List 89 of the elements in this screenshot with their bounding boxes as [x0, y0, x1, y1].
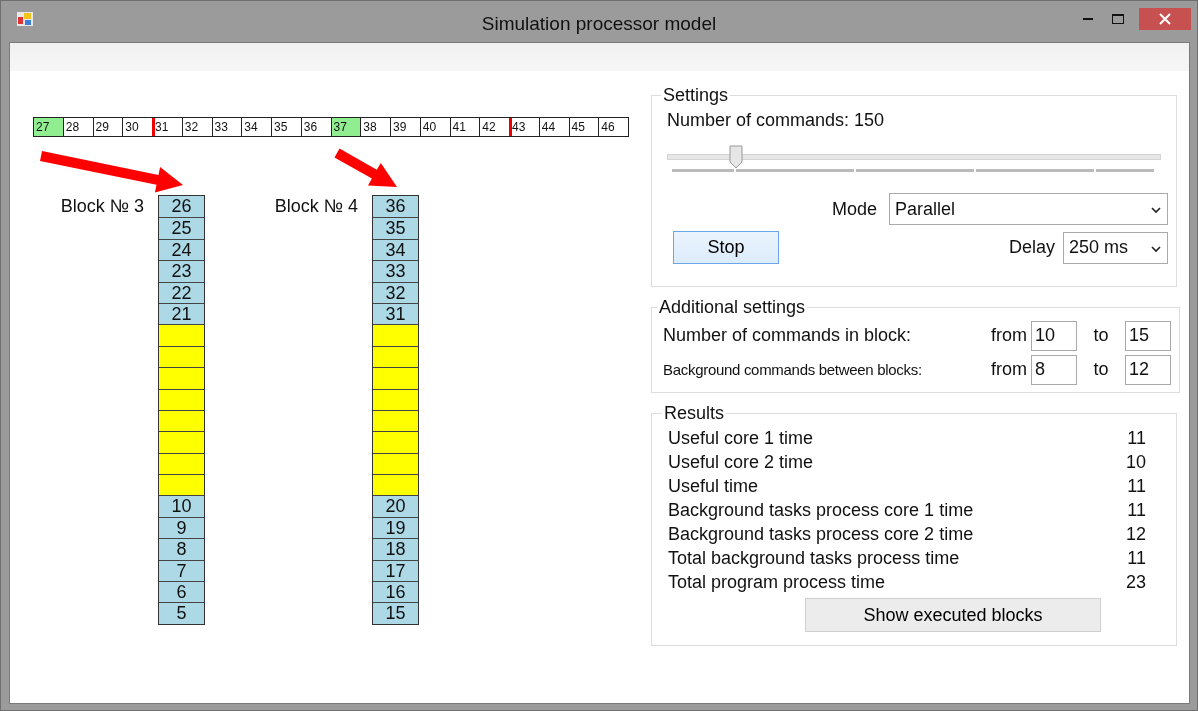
to-field[interactable]: 12	[1125, 354, 1171, 385]
background-command-cell	[159, 474, 204, 496]
maximize-icon	[1112, 14, 1124, 24]
result-value: 11	[1127, 427, 1146, 449]
command-cell: 6	[159, 581, 204, 603]
result-label: Useful core 2 time	[668, 451, 814, 473]
from-label: from	[990, 325, 1027, 346]
background-command-cell	[373, 345, 418, 368]
command-cell: 22	[159, 281, 204, 303]
background-command-cell	[159, 367, 204, 389]
group-title: Results	[663, 403, 726, 424]
arrow	[334, 148, 397, 187]
command-cell: 15	[373, 602, 418, 624]
background-command-cell	[373, 409, 418, 432]
background-command-cell	[159, 431, 204, 453]
command-cell: 27	[34, 118, 63, 136]
result-label: Useful core 1 time	[668, 427, 814, 449]
command-cell: 25	[159, 217, 204, 239]
range-label: Number of commands in block:	[663, 325, 913, 346]
command-cell: 20	[373, 495, 418, 517]
stop-button[interactable]: Stop	[673, 231, 779, 264]
mode-dropdown[interactable]: Parallel	[889, 193, 1168, 225]
background-command-cell	[159, 324, 204, 346]
command-cell: 32	[373, 281, 418, 303]
command-cell: 19	[373, 516, 418, 539]
command-cell: 9	[159, 516, 204, 539]
command-cell: 35	[373, 217, 418, 239]
command-cell: 10	[159, 495, 204, 517]
background-command-cell	[373, 431, 418, 453]
result-value: 10	[1125, 451, 1146, 473]
commands-slider[interactable]	[667, 145, 1161, 169]
command-cell: 21	[159, 302, 204, 325]
background-command-cell	[159, 409, 204, 432]
app-icon	[17, 11, 33, 26]
command-cell: 16	[373, 581, 418, 603]
close-icon	[1159, 13, 1171, 25]
range-label: Background commands between blocks:	[663, 361, 923, 378]
command-cell: 23	[159, 260, 204, 282]
group-title: Settings	[662, 85, 730, 106]
command-cell: 24	[159, 238, 204, 261]
background-command-cell	[159, 388, 204, 410]
command-cell: 36	[373, 196, 418, 218]
command-cell: 31	[373, 302, 418, 325]
from-field[interactable]: 10	[1031, 320, 1077, 351]
window-title: Simulation processor model	[481, 13, 717, 35]
result-label: Total program process time	[668, 571, 886, 593]
command-cell: 37	[330, 118, 361, 136]
minimize-icon	[1083, 17, 1093, 21]
command-cell: 5	[159, 602, 204, 624]
from-label: from	[990, 359, 1027, 380]
mode-label: Mode	[831, 198, 877, 220]
background-command-cell	[373, 367, 418, 389]
block-label: Block № 4	[274, 196, 358, 216]
command-cell: 26	[159, 196, 204, 218]
command-cell: 18	[373, 538, 418, 560]
background-command-cell	[159, 345, 204, 368]
background-command-cell	[159, 452, 204, 475]
from-field[interactable]: 8	[1031, 354, 1077, 385]
command-cell: 33	[373, 260, 418, 282]
result-value: 23	[1125, 571, 1146, 593]
close-button[interactable]	[1139, 8, 1191, 30]
to-field[interactable]: 15	[1125, 320, 1171, 351]
group-title: Additional settings	[658, 297, 807, 318]
background-command-cell	[373, 388, 418, 410]
command-cell: 7	[159, 559, 204, 582]
chevron-icon	[1151, 245, 1161, 253]
background-command-cell	[373, 452, 418, 475]
command-cell: 34	[373, 238, 418, 261]
chevron-icon	[1151, 207, 1161, 214]
slider-thumb[interactable]	[729, 145, 744, 169]
result-label: Background tasks process core 2 time	[668, 523, 974, 545]
result-value: 11	[1127, 499, 1146, 521]
block-label: Block № 3	[60, 196, 144, 216]
result-label: Background tasks process core 1 time	[668, 499, 974, 521]
command-cell: 17	[373, 559, 418, 582]
commands-label: Number of commands: 150	[667, 110, 886, 131]
result-label: Useful time	[668, 475, 759, 497]
delay-label: Delay	[1008, 237, 1055, 258]
result-label: Total background tasks process time	[668, 547, 960, 569]
result-value: 11	[1127, 547, 1146, 569]
background-command-cell	[373, 324, 418, 346]
delay-dropdown[interactable]: 250 ms	[1063, 231, 1168, 264]
to-label: to	[1092, 359, 1110, 380]
command-cell: 8	[159, 538, 204, 560]
result-value: 12	[1125, 523, 1146, 545]
show-executed-blocks-button[interactable]: Show executed blocks	[805, 598, 1101, 632]
result-value: 11	[1127, 475, 1146, 497]
to-label: to	[1092, 325, 1110, 346]
background-command-cell	[373, 474, 418, 496]
